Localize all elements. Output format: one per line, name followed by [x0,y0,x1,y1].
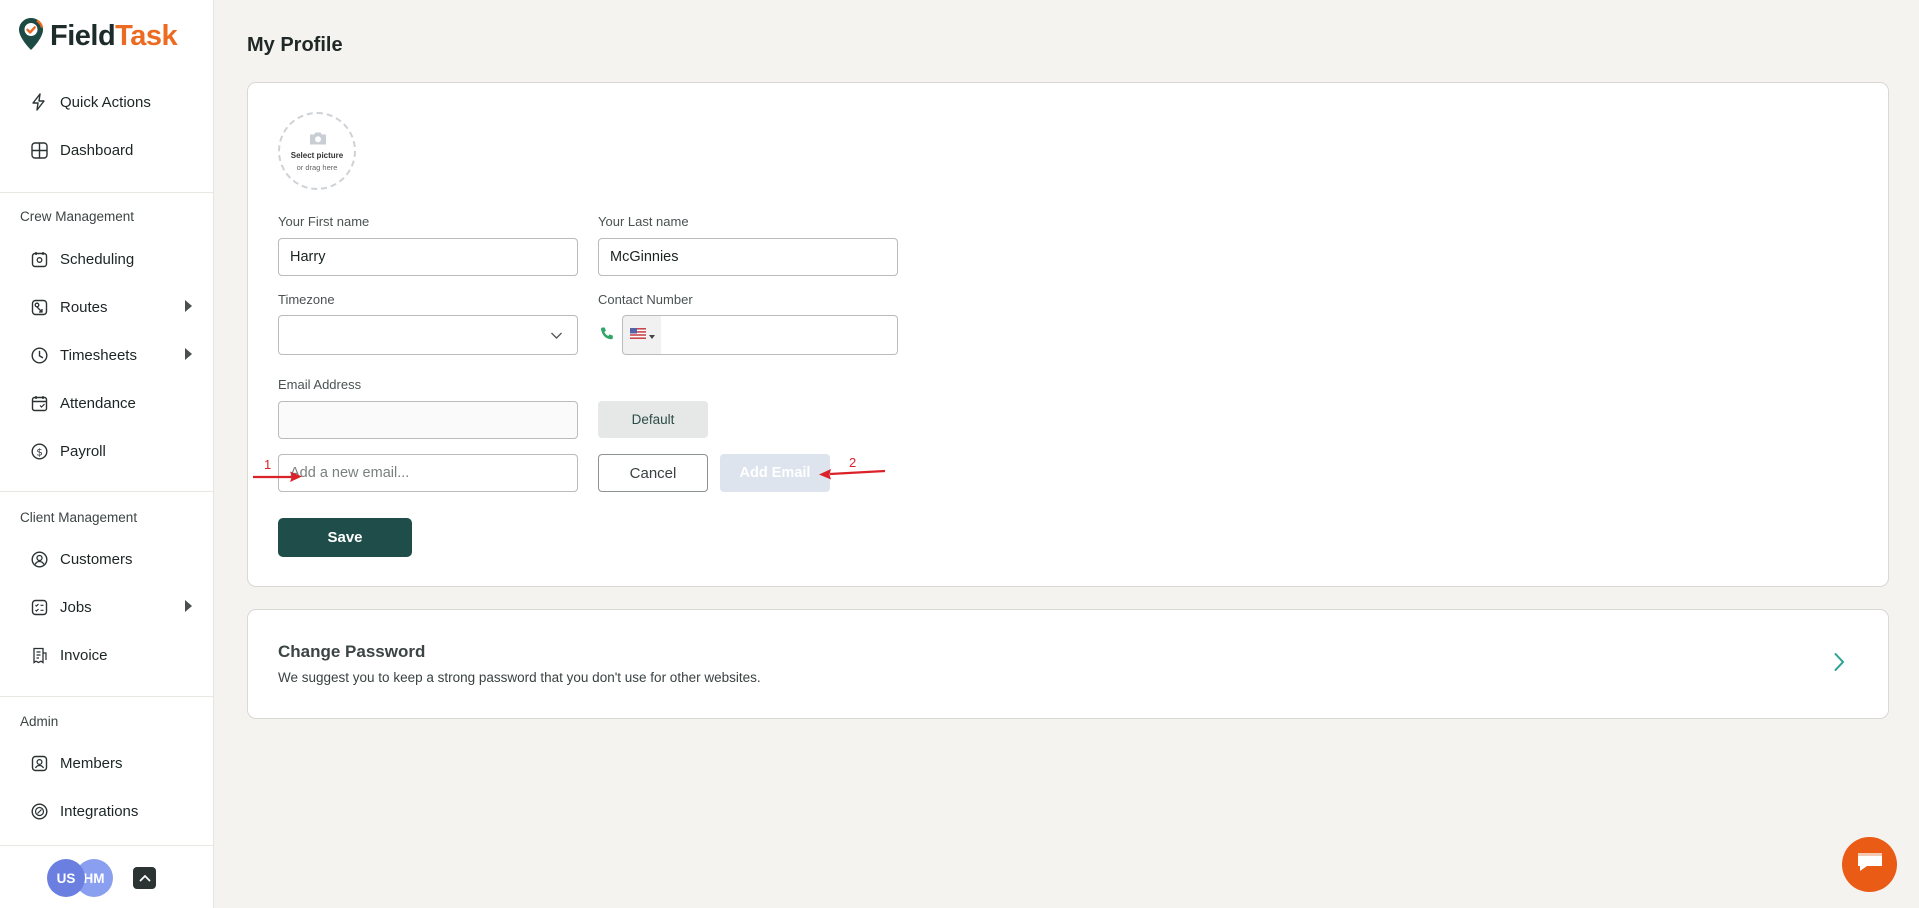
sidebar-item-label: Routes [60,298,108,316]
routes-icon [30,298,48,316]
sidebar-divider [0,845,214,846]
email-address-label: Email Address [278,377,362,392]
photo-upload-title: Select picture [290,151,344,160]
sidebar-item-quick-actions[interactable]: Quick Actions [30,88,190,116]
add-email-button[interactable]: Add Email [720,454,830,492]
clock-icon [30,346,48,364]
svg-text:$: $ [36,447,42,458]
chevron-down-icon [550,328,563,344]
sidebar-item-integrations[interactable]: Integrations [30,797,190,825]
expand-caret-icon [185,348,192,360]
chevron-right-icon[interactable] [1833,652,1845,677]
new-email-input[interactable] [278,454,578,492]
avatar[interactable]: US [47,859,85,897]
change-password-card[interactable] [247,609,1889,719]
sidebar-item-label: Members [60,754,123,772]
sidebar-divider [0,192,214,193]
dollar-icon: $ [30,442,48,460]
dashboard-icon [30,141,48,159]
last-name-input[interactable] [598,238,898,276]
last-name-label: Your Last name [598,214,689,229]
pin-logo-icon [18,17,44,56]
first-name-input[interactable] [278,238,578,276]
default-email-button[interactable]: Default [598,401,708,438]
annotation-arrow-left-icon [818,466,886,485]
lightning-icon [30,93,48,111]
sidebar-item-label: Dashboard [60,141,134,159]
jobs-icon [30,598,48,616]
sidebar-item-label: Timesheets [60,346,137,364]
sidebar-item-members[interactable]: Members [30,749,190,777]
save-button[interactable]: Save [278,518,412,557]
sidebar: FieldTask Quick Actions Dashboard Crew M… [0,0,214,908]
profile-photo-upload[interactable]: Select picture or drag here [278,112,356,190]
sidebar-item-label: Customers [60,550,133,568]
sidebar-divider [0,696,214,697]
contact-number-input[interactable] [661,315,898,355]
sidebar-item-label: Attendance [60,394,136,412]
sidebar-item-payroll[interactable]: $ Payroll [30,437,190,465]
expand-caret-icon [185,300,192,312]
phone-icon [599,326,615,347]
change-password-title: Change Password [278,642,426,661]
timezone-select[interactable] [278,315,578,355]
integrations-icon [30,802,48,820]
annotation-arrow-right-icon [253,470,305,489]
cancel-button[interactable]: Cancel [598,454,708,492]
photo-upload-hint: or drag here [296,163,338,172]
sidebar-item-label: Scheduling [60,250,135,268]
expand-caret-icon [185,600,192,612]
email-address-input[interactable] [278,401,578,439]
sidebar-item-attendance[interactable]: Attendance [30,389,190,417]
sidebar-item-jobs[interactable]: Jobs [30,593,192,621]
scheduling-icon [30,250,48,268]
section-client-management: Client Management [20,510,138,525]
sidebar-item-invoice[interactable]: Invoice [30,641,190,669]
brand-name: FieldTask [50,19,178,52]
invoice-icon [30,646,48,664]
sidebar-item-label: Quick Actions [60,93,151,111]
country-code-select[interactable] [622,315,662,355]
change-password-description: We suggest you to keep a strong password… [278,670,761,685]
sidebar-item-scheduling[interactable]: Scheduling [30,245,190,273]
us-flag-icon [629,326,646,344]
sidebar-item-label: Payroll [60,442,106,460]
section-admin: Admin [20,714,59,729]
expand-up-button[interactable] [133,867,156,889]
sidebar-item-label: Invoice [60,646,108,664]
brand-logo[interactable]: FieldTask [18,16,178,56]
sidebar-item-label: Integrations [60,802,139,820]
calendar-icon [30,394,48,412]
members-icon [30,754,48,772]
first-name-label: Your First name [278,214,370,229]
sidebar-item-customers[interactable]: Customers [30,545,190,573]
caret-down-icon [648,326,655,344]
timezone-label: Timezone [278,292,335,307]
sidebar-item-dashboard[interactable]: Dashboard [30,136,190,164]
chat-bubble-icon [1855,850,1885,879]
sidebar-divider [0,491,214,492]
page-title: My Profile [247,34,343,56]
user-circle-icon [30,550,48,568]
section-crew-management: Crew Management [20,209,135,224]
chevron-up-icon [139,869,151,887]
user-avatars[interactable]: US HM [47,859,137,899]
camera-icon [308,131,328,151]
sidebar-item-timesheets[interactable]: Timesheets [30,341,192,369]
sidebar-item-routes[interactable]: Routes [30,293,192,321]
chat-support-button[interactable] [1842,837,1897,892]
sidebar-item-label: Jobs [60,598,92,616]
contact-number-label: Contact Number [598,292,693,307]
